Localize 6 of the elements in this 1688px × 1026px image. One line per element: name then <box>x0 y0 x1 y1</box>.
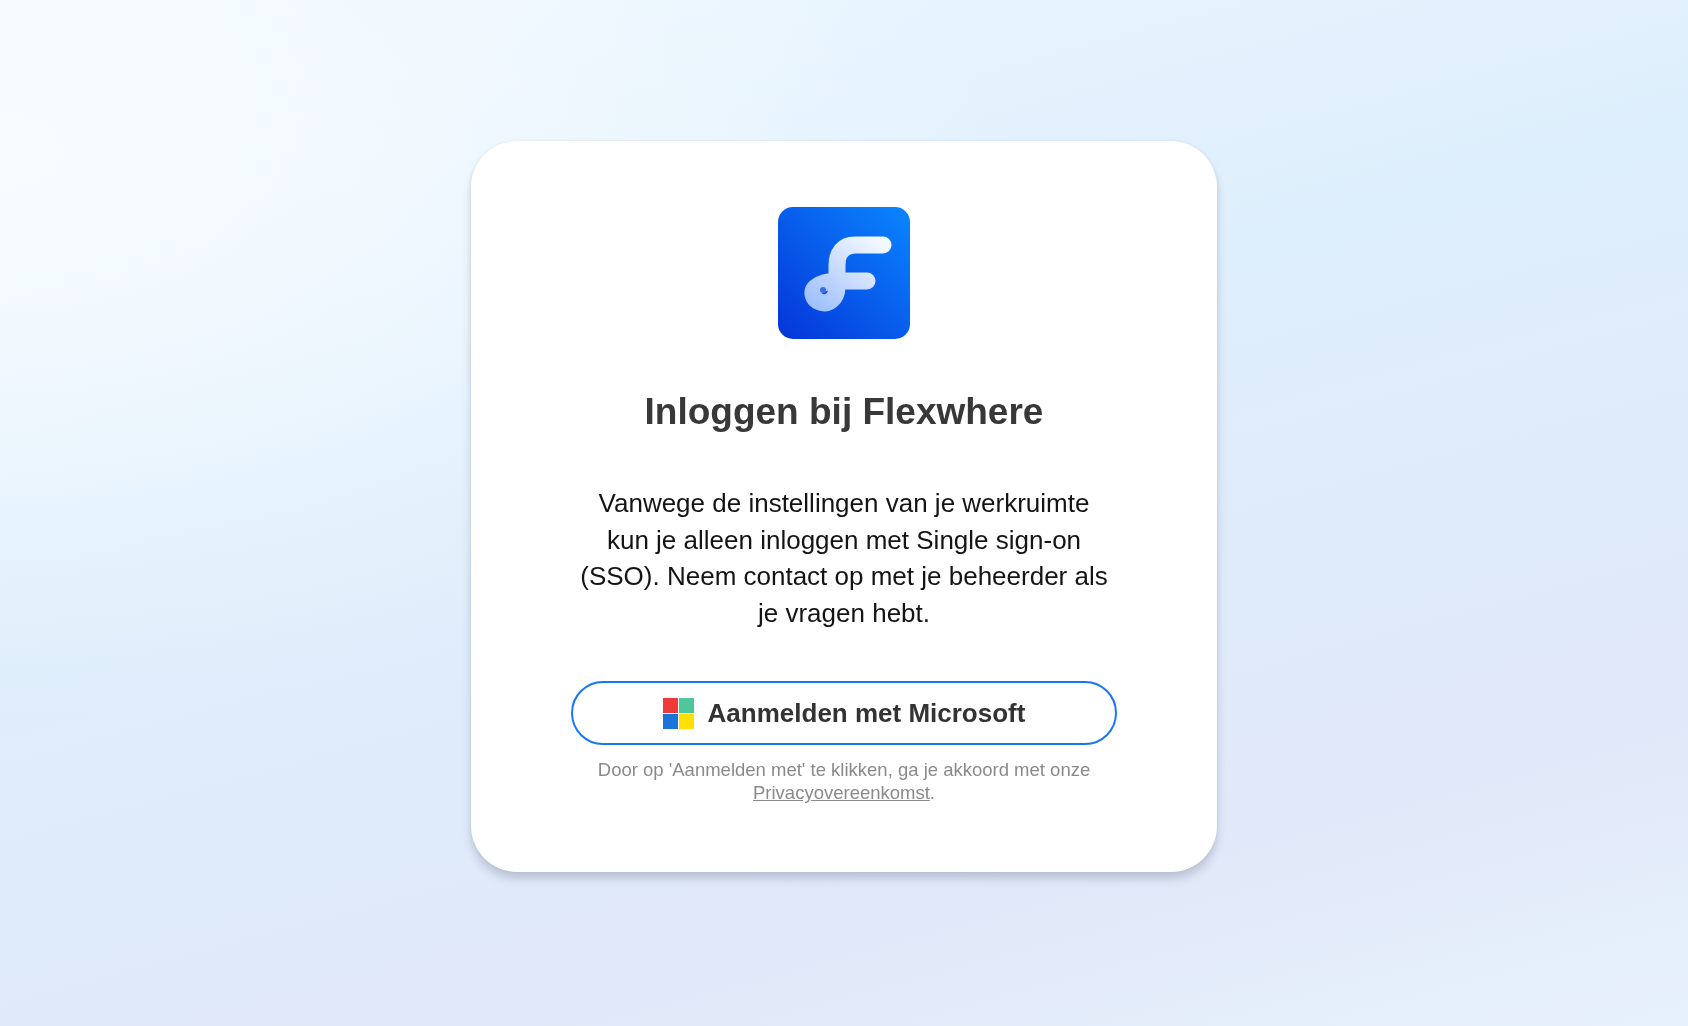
page-title: Inloggen bij Flexwhere <box>644 390 1044 434</box>
four-squares-icon <box>662 697 694 729</box>
consent-text: Door op 'Aanmelden met' te klikken, ga je akkoord met onze Privacyovereenkomst. <box>596 758 1092 805</box>
sso-message: Vanwege de instellingen van je werkruimte kun je alleen inloggen met Single sign-on (SSO). Neem contact op met je beheerder als je vragen hebt. <box>579 487 1109 630</box>
microsoft-sign-in-button[interactable]: Aanmelden met Microsoft <box>571 681 1117 746</box>
app-logo-icon <box>778 207 910 339</box>
